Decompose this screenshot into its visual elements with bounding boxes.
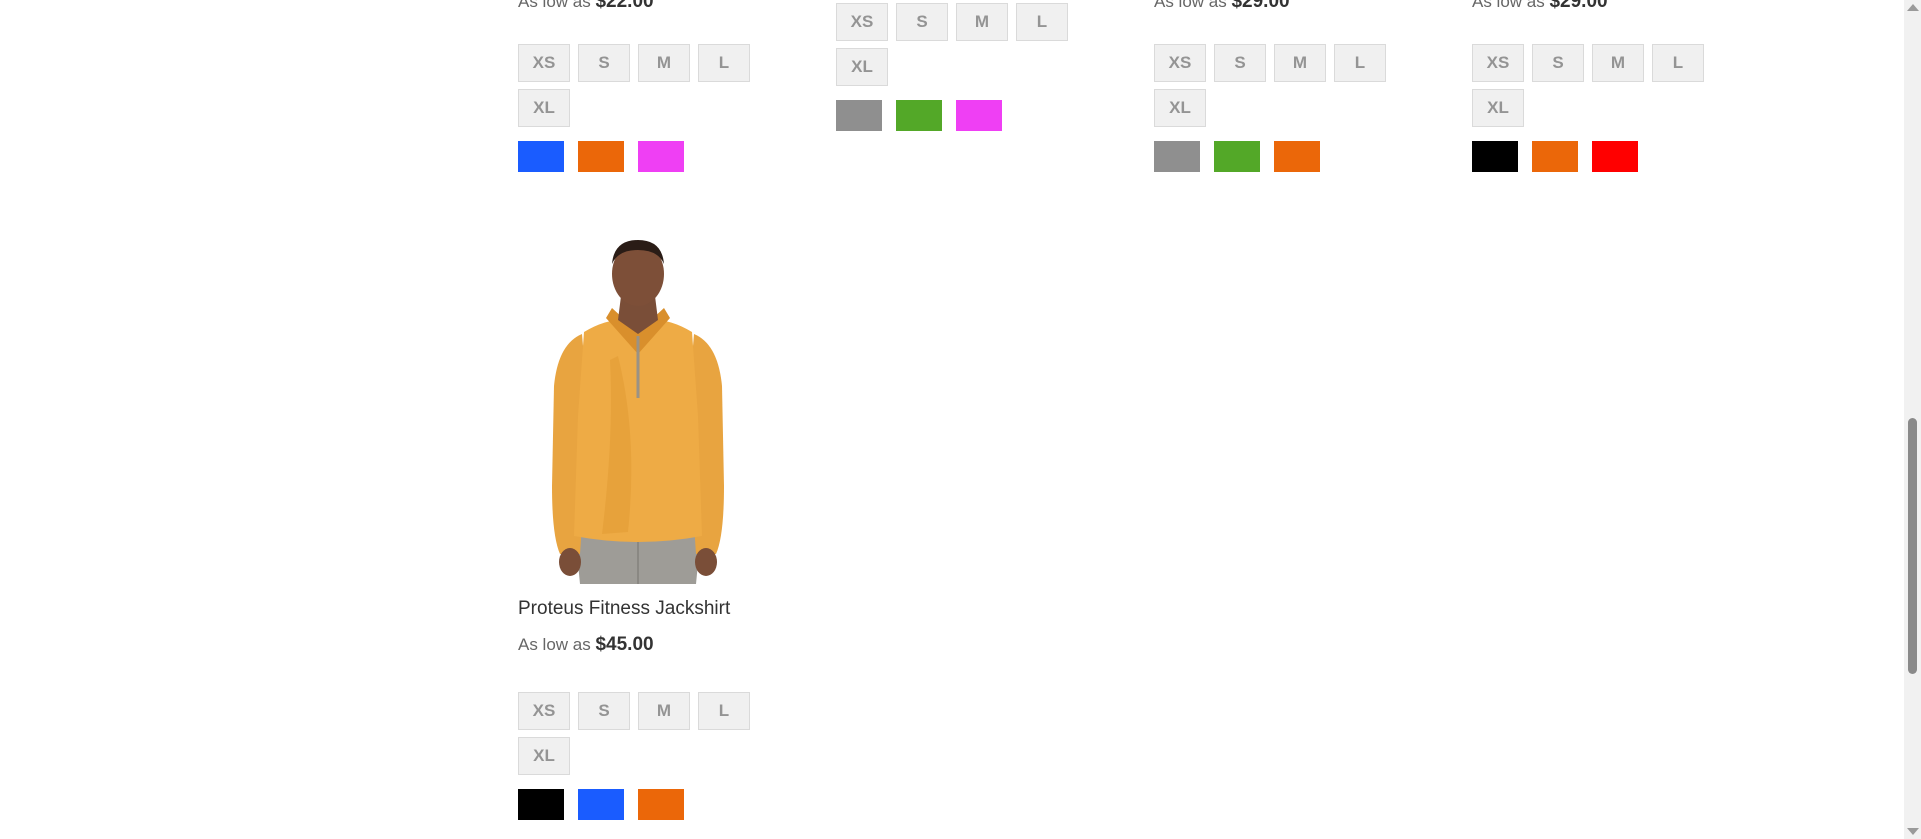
price-line: As low as $45.00	[518, 635, 778, 655]
product-card: As low as $29.00	[1154, 0, 1414, 12]
product-card: As low as $22.00	[518, 0, 778, 12]
color-swatch[interactable]	[956, 100, 1002, 131]
size-options: XS S M L XL	[518, 692, 778, 782]
color-swatch[interactable]	[638, 789, 684, 820]
size-option-l[interactable]: L	[698, 44, 750, 82]
size-option-l[interactable]: L	[1652, 44, 1704, 82]
size-option-xl[interactable]: XL	[836, 48, 888, 86]
size-option-xs[interactable]: XS	[836, 3, 888, 41]
color-swatch[interactable]	[896, 100, 942, 131]
color-swatches	[518, 141, 778, 172]
product-card: As low as $29.00	[1472, 0, 1732, 12]
size-option-xs[interactable]: XS	[518, 44, 570, 82]
color-swatches	[518, 789, 778, 820]
size-option-xs[interactable]: XS	[1472, 44, 1524, 82]
size-option-s[interactable]: S	[896, 3, 948, 41]
product-card: As low as $45.00	[518, 635, 778, 655]
product-photo-illustration	[552, 240, 724, 584]
color-swatch[interactable]	[518, 141, 564, 172]
size-options: XS S M L XL	[836, 3, 1096, 93]
size-option-l[interactable]: L	[1016, 3, 1068, 41]
size-options: XS S M L XL	[1472, 44, 1732, 134]
size-option-xl[interactable]: XL	[518, 737, 570, 775]
color-swatch[interactable]	[1154, 141, 1200, 172]
product-options: XS S M L XL	[1154, 44, 1414, 172]
price-amount: $29.00	[1231, 0, 1290, 12]
size-option-xs[interactable]: XS	[1154, 44, 1206, 82]
size-option-m[interactable]: M	[638, 692, 690, 730]
size-option-s[interactable]: S	[1532, 44, 1584, 82]
price-amount: $45.00	[595, 634, 654, 655]
color-swatch[interactable]	[1532, 141, 1578, 172]
color-swatches	[836, 100, 1096, 131]
size-option-xl[interactable]: XL	[1154, 89, 1206, 127]
color-swatch[interactable]	[1472, 141, 1518, 172]
product-options: XS S M L XL	[518, 692, 778, 820]
price-prefix: As low as	[1154, 0, 1227, 11]
size-option-s[interactable]: S	[1214, 44, 1266, 82]
size-option-m[interactable]: M	[638, 44, 690, 82]
color-swatch[interactable]	[518, 789, 564, 820]
color-swatch[interactable]	[1214, 141, 1260, 172]
color-swatch[interactable]	[1274, 141, 1320, 172]
color-swatches	[1472, 141, 1732, 172]
color-swatch[interactable]	[1592, 141, 1638, 172]
size-option-m[interactable]: M	[1592, 44, 1644, 82]
price-line: As low as $29.00	[1154, 0, 1414, 12]
price-amount: $22.00	[595, 0, 654, 12]
product-grid: As low as $22.00 XS S M L XL XS S M L XL	[0, 0, 1904, 839]
size-options: XS S M L XL	[1154, 44, 1414, 134]
scroll-up-icon[interactable]	[1907, 4, 1919, 11]
scroll-down-icon[interactable]	[1907, 828, 1919, 835]
color-swatch[interactable]	[638, 141, 684, 172]
price-line: As low as $29.00	[1472, 0, 1732, 12]
size-option-s[interactable]: S	[578, 44, 630, 82]
product-options: XS S M L XL	[836, 3, 1096, 131]
product-name-link[interactable]: Proteus Fitness Jackshirt	[518, 598, 730, 620]
size-option-s[interactable]: S	[578, 692, 630, 730]
size-option-xs[interactable]: XS	[518, 692, 570, 730]
size-option-m[interactable]: M	[956, 3, 1008, 41]
vertical-scrollbar[interactable]	[1904, 0, 1921, 839]
color-swatch[interactable]	[836, 100, 882, 131]
price-amount: $29.00	[1549, 0, 1608, 12]
size-option-xl[interactable]: XL	[518, 89, 570, 127]
size-options: XS S M L XL	[518, 44, 778, 134]
size-option-m[interactable]: M	[1274, 44, 1326, 82]
size-option-l[interactable]: L	[698, 692, 750, 730]
size-option-xl[interactable]: XL	[1472, 89, 1524, 127]
size-option-l[interactable]: L	[1334, 44, 1386, 82]
price-prefix: As low as	[518, 0, 591, 11]
price-prefix: As low as	[518, 635, 591, 654]
color-swatch[interactable]	[578, 789, 624, 820]
product-image[interactable]	[518, 236, 758, 584]
product-options: XS S M L XL	[1472, 44, 1732, 172]
price-line: As low as $22.00	[518, 0, 778, 12]
color-swatches	[1154, 141, 1414, 172]
product-options: XS S M L XL	[518, 44, 778, 172]
price-prefix: As low as	[1472, 0, 1545, 11]
color-swatch[interactable]	[578, 141, 624, 172]
scrollbar-thumb[interactable]	[1908, 418, 1917, 674]
